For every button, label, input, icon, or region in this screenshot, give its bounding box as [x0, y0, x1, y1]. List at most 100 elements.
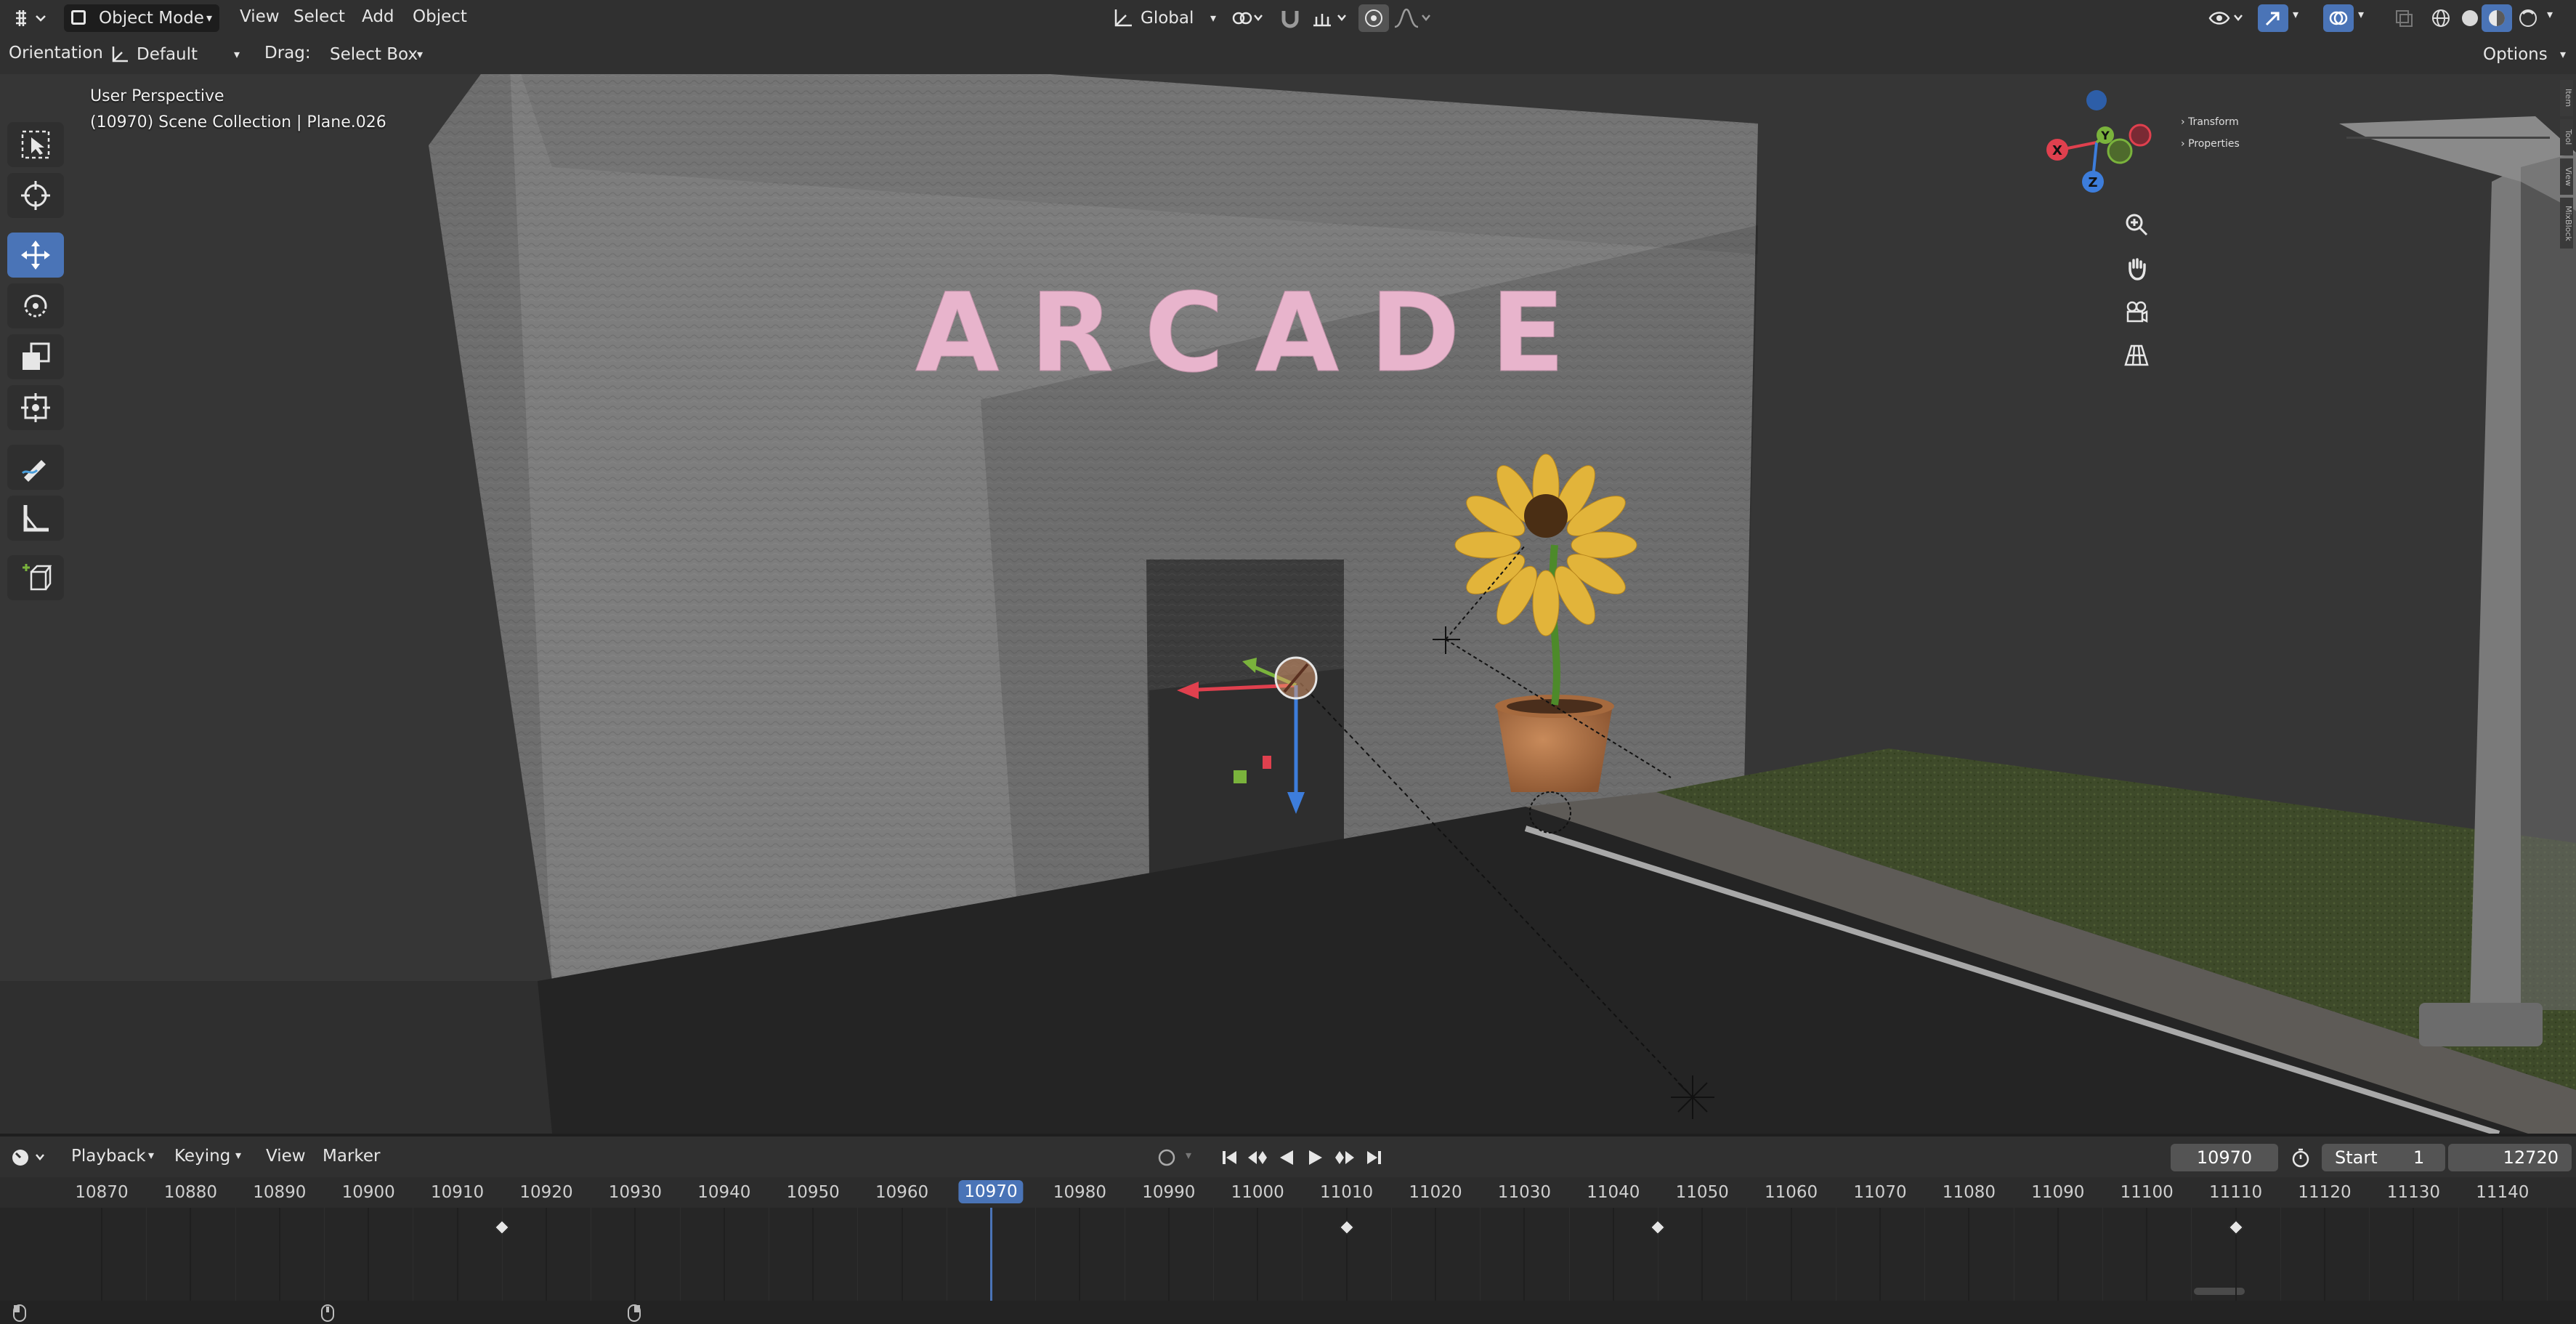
frame-tick-label: 10990 — [1142, 1183, 1196, 1202]
tool-transform[interactable] — [7, 385, 64, 430]
tool-select-box[interactable] — [7, 122, 64, 167]
perspective-toggle-button[interactable] — [2120, 339, 2153, 372]
navigation-gizmo[interactable]: X Y Z — [2038, 84, 2155, 208]
frame-tick-label: 11020 — [1409, 1183, 1462, 1202]
tab-view[interactable]: View — [2560, 158, 2573, 195]
start-value: 1 — [2413, 1147, 2425, 1168]
chevron-down-icon: ▾ — [148, 1148, 155, 1162]
visibility-dropdown[interactable] — [2206, 4, 2249, 32]
proportional-edit-toggle[interactable] — [1358, 4, 1389, 32]
panel-transform[interactable]: › Transform — [2181, 116, 2239, 128]
auto-keying-toggle[interactable] — [1151, 1144, 1183, 1171]
add-cube-icon — [23, 564, 52, 591]
keyframe-forward-icon — [1335, 1151, 1354, 1164]
jump-keyframe-forward-button[interactable] — [1331, 1144, 1358, 1171]
start-frame-field[interactable]: Start 1 — [2322, 1144, 2445, 1171]
menu-view[interactable]: View — [240, 7, 280, 26]
end-value: 12720 — [2503, 1147, 2559, 1168]
tool-add-cube[interactable] — [7, 555, 64, 600]
keyframe-area[interactable] — [0, 1208, 2576, 1301]
pivot-link-icon — [1232, 12, 1263, 25]
chevron-down-icon: ▾ — [206, 11, 212, 25]
tool-rotate[interactable] — [7, 283, 64, 328]
menu-playback[interactable]: Playback — [71, 1147, 146, 1166]
chevron-down-icon[interactable]: ▾ — [2293, 7, 2298, 21]
grid-line — [679, 1208, 681, 1301]
camera-view-button[interactable] — [2120, 295, 2153, 328]
menu-select[interactable]: Select — [293, 7, 345, 26]
scrollbar-handle[interactable] — [2194, 1288, 2245, 1295]
mouse-left-icon — [13, 1304, 26, 1322]
menu-add[interactable]: Add — [362, 7, 394, 26]
orientation-label: Orientation: — [9, 44, 109, 62]
jump-start-button[interactable] — [1216, 1144, 1244, 1171]
zoom-button[interactable] — [2120, 208, 2153, 241]
jump-end-button[interactable] — [1360, 1144, 1388, 1171]
proportional-falloff-dropdown[interactable] — [1390, 4, 1434, 32]
frame-tick-label: 11070 — [1853, 1183, 1907, 1202]
transform-orientation-dropdown[interactable]: Global ▾ — [1104, 4, 1220, 32]
panel-properties[interactable]: › Properties — [2181, 138, 2240, 150]
grid-line — [456, 1208, 458, 1301]
keyframe-diamond[interactable] — [2228, 1220, 2243, 1235]
menu-object[interactable]: Object — [413, 7, 467, 26]
shading-rendered-button[interactable] — [2514, 4, 2543, 32]
tab-tool[interactable]: Tool — [2560, 119, 2573, 156]
orientation-dropdown[interactable]: Default ▾ — [102, 41, 247, 68]
falloff-curve-icon — [1394, 8, 1430, 28]
chevron-down-icon[interactable]: ▾ — [1186, 1148, 1191, 1162]
menu-keying[interactable]: Keying — [174, 1147, 230, 1166]
grid-line — [1701, 1208, 1704, 1301]
record-icon — [1158, 1149, 1175, 1166]
keyframe-diamond[interactable] — [494, 1220, 509, 1235]
camera-icon — [2126, 301, 2148, 323]
play-reverse-button[interactable] — [1273, 1144, 1300, 1171]
end-frame-field[interactable]: 12720 — [2448, 1144, 2572, 1171]
editor-type-button[interactable] — [10, 4, 51, 32]
jump-keyframe-back-button[interactable] — [1244, 1144, 1271, 1171]
tool-settings-bar: Orientation: Default ▾ Drag: Select Box … — [0, 36, 2576, 74]
grid-line — [1480, 1208, 1481, 1301]
use-preview-range-toggle[interactable] — [2285, 1144, 2316, 1171]
chevron-down-icon: ▾ — [235, 1148, 242, 1162]
keyframe-diamond[interactable] — [1650, 1220, 1665, 1235]
snap-target-dropdown[interactable] — [1308, 4, 1353, 32]
tool-measure[interactable] — [7, 496, 64, 541]
tab-item[interactable]: Item — [2560, 80, 2573, 116]
tool-cursor[interactable] — [7, 173, 64, 218]
menu-marker[interactable]: Marker — [323, 1147, 381, 1166]
frame-tick-label: 10950 — [786, 1183, 840, 1202]
current-frame-field[interactable]: 10970 — [2171, 1144, 2278, 1171]
gizmo-toggle[interactable] — [2258, 4, 2288, 32]
tool-annotate[interactable] — [7, 445, 64, 490]
frame-ruler[interactable]: 10870 10880 10890 10900 10910 10920 10930 10940… — [0, 1177, 2576, 1208]
snap-toggle[interactable] — [1276, 4, 1305, 32]
playhead[interactable] — [990, 1208, 992, 1301]
skip-end-icon — [1367, 1151, 1381, 1164]
timeline-editor-type-button[interactable] — [7, 1144, 52, 1171]
drag-dropdown[interactable]: Select Box ▾ — [320, 41, 429, 68]
shading-wireframe-button[interactable] — [2426, 4, 2455, 32]
tab-mixblock[interactable]: MixBlock — [2560, 198, 2573, 249]
drag-value: Select Box — [330, 45, 418, 64]
frame-tick-label: 10930 — [608, 1183, 662, 1202]
options-dropdown[interactable]: Options ▾ — [2473, 41, 2572, 68]
chevron-down-icon[interactable]: ▾ — [2358, 7, 2364, 21]
grid-line — [101, 1208, 102, 1301]
pivot-point-button[interactable] — [1228, 4, 1268, 32]
shading-material-button[interactable] — [2482, 4, 2512, 32]
play-button[interactable] — [1302, 1144, 1329, 1171]
menu-timeline-view[interactable]: View — [266, 1147, 306, 1166]
tool-scale[interactable] — [7, 334, 64, 379]
overlays-toggle[interactable] — [2323, 4, 2354, 32]
3d-viewport[interactable]: ARCADE User Perspective (10970) Scene Co… — [0, 36, 2576, 1134]
chevron-down-icon[interactable]: ▾ — [2547, 7, 2553, 21]
mode-dropdown[interactable]: Object Mode ▾ — [64, 4, 219, 32]
frame-tick-label: 10980 — [1053, 1183, 1106, 1202]
xray-toggle[interactable] — [2390, 4, 2418, 32]
keyframe-diamond[interactable] — [1339, 1220, 1354, 1235]
pan-button[interactable] — [2120, 251, 2153, 285]
tool-move[interactable] — [7, 233, 64, 278]
shading-solid-button[interactable] — [2455, 4, 2484, 32]
frame-tick-label: 10910 — [431, 1183, 485, 1202]
